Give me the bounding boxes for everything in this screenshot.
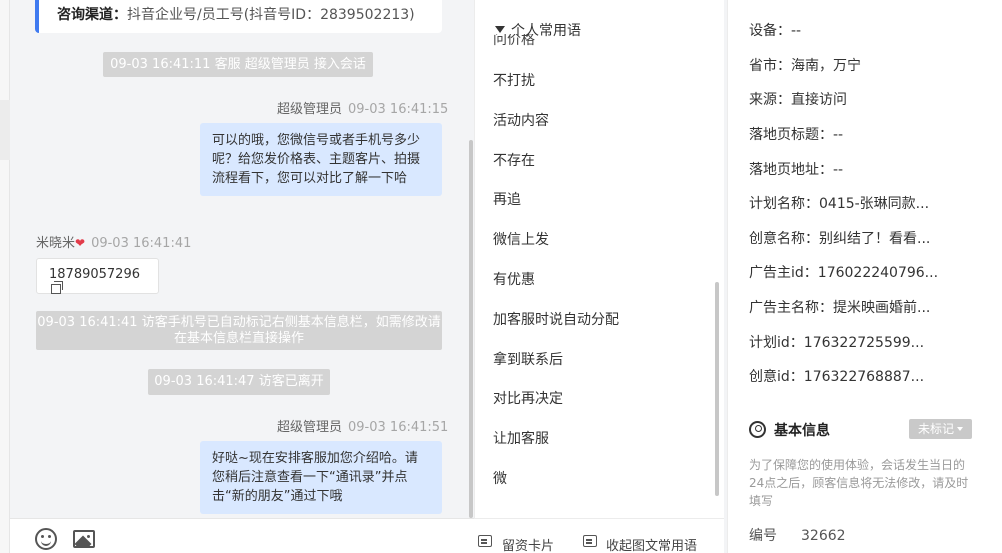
info-value: 别纠结了！看看... [819, 231, 931, 247]
info-row-landing-url: 落地页地址：-- [749, 159, 843, 179]
info-row-region: 省市：海南，万宁 [749, 55, 861, 75]
channel-label: 咨询渠道： [57, 7, 127, 23]
agent-message-bubble-1: 可以的哦，您微信号或者手机号多少呢？给您发价格表、主题客片、拍摄流程看下，您可以… [200, 123, 442, 196]
info-row-landing-title: 落地页标题：-- [749, 124, 843, 144]
info-row-source: 来源：直接访问 [749, 89, 847, 109]
edit-notice: 为了保障您的使用体验，会话发生当日的24点之后，顾客信息将无法修改，请及时填写 [749, 458, 969, 508]
info-label: 广告主id： [749, 265, 818, 281]
left-strip-highlight [0, 100, 10, 160]
message-time: 09-03 16:41:15 [348, 102, 449, 117]
info-value: 176322768887... [803, 369, 925, 385]
info-row-creative-id: 创意id：176322768887... [749, 366, 924, 386]
visitor-info-panel: 设备：-- 省市：海南，万宁 来源：直接访问 落地页标题：-- 落地页地址：--… [727, 0, 1002, 553]
left-strip [0, 0, 10, 553]
info-row-creative-name: 创意名称：别纠结了！看看... [749, 228, 930, 248]
image-icon[interactable] [73, 530, 95, 548]
info-value: 0415-张琳同款... [819, 196, 930, 212]
info-value: -- [833, 162, 844, 178]
triangle-down-icon [495, 26, 505, 33]
phrases-scrollbar[interactable] [715, 282, 719, 496]
tag-dropdown[interactable]: 未标记 [909, 419, 972, 439]
visitor-name: 米晓米 [36, 236, 76, 251]
copy-icon[interactable] [51, 281, 63, 294]
info-value: 海南，万宁 [791, 58, 861, 74]
visitor-sender: 米晓米❤ 09-03 16:41:41 [36, 232, 191, 251]
channel-card: 咨询渠道：抖音企业号/员工号(抖音号ID：2839502213) [35, 0, 442, 33]
phrase-item[interactable]: 活动内容 [493, 110, 549, 130]
message-time: 09-03 16:41:51 [348, 420, 449, 435]
chat-panel[interactable]: 咨询渠道：抖音企业号/员工号(抖音号ID：2839502213) 09-03 1… [10, 0, 474, 518]
info-row-plan-id: 计划id：176322725599... [749, 332, 924, 352]
agent-sender-2: 超级管理员 09-03 16:41:51 [277, 416, 448, 435]
phrase-item[interactable]: 再追 [493, 189, 521, 209]
info-value: 提米映画婚前... [833, 300, 931, 316]
visitor-phone: 18789057296 [49, 267, 140, 282]
info-label: 计划id： [749, 335, 804, 351]
info-value: 176322725599... [803, 335, 925, 351]
info-row-advertiser-name: 广告主名称：提米映画婚前... [749, 297, 930, 317]
info-label: 来源： [749, 92, 791, 108]
phrase-item[interactable]: 微 [493, 468, 507, 488]
tag-dropdown-label: 未标记 [917, 422, 954, 436]
info-label: 创意名称： [749, 231, 819, 247]
lead-card-button[interactable]: 留资卡片 [502, 535, 554, 553]
channel-value: 抖音企业号/员工号(抖音号ID：2839502213) [127, 7, 415, 23]
phrase-item[interactable]: 微信上发 [493, 229, 549, 249]
phrases-toolbar: 留资卡片 收起图文常用语 [474, 518, 724, 553]
phrase-item[interactable]: 让加客服 [493, 428, 549, 448]
info-value: -- [833, 127, 844, 143]
info-value: -- [791, 23, 802, 39]
basic-info-title-text: 基本信息 [774, 423, 830, 439]
agent-message-bubble-2: 好哒~现在安排客服加您介绍哈。请您稍后注意查看一下“通讯录”并点击“新的朋友”通… [200, 441, 442, 514]
phrases-panel: 问价格 个人常用语 不打扰 活动内容 不存在 再追 微信上发 有优惠 加客服时说… [474, 0, 724, 518]
collapse-phrases-button[interactable]: 收起图文常用语 [606, 535, 697, 553]
agent-sender-1: 超级管理员 09-03 16:41:15 [277, 98, 448, 117]
phrase-item[interactable]: 加客服时说自动分配 [493, 309, 619, 329]
chat-toolbar [10, 518, 474, 553]
visitor-id-row: 编号 32662 [749, 525, 846, 545]
collapse-icon [583, 535, 597, 547]
phrase-item[interactable]: 不存在 [493, 150, 535, 170]
phrase-item[interactable]: 有优惠 [493, 269, 535, 289]
system-message-left: 09-03 16:41:47 访客已离开 [148, 369, 330, 395]
agent-name: 超级管理员 [277, 102, 343, 117]
visitor-phone-bubble[interactable]: 18789057296 [36, 258, 159, 294]
system-message-phone-tagged: 09-03 16:41:41 访客手机号已自动标记右侧基本信息栏，如需修改请在基… [36, 311, 442, 350]
message-time: 09-03 16:41:41 [91, 236, 192, 251]
system-message-accept: 09-03 16:41:11 客服 超级管理员 接入会话 [103, 52, 373, 77]
info-row-device: 设备：-- [749, 20, 801, 40]
info-row-advertiser-id: 广告主id：176022240796... [749, 262, 938, 282]
info-label: 省市： [749, 58, 791, 74]
phrases-group-title: 个人常用语 [511, 23, 581, 39]
card-icon [478, 535, 492, 547]
info-value: 176022240796... [817, 265, 939, 281]
phrase-item[interactable]: 对比再决定 [493, 388, 563, 408]
agent-name: 超级管理员 [277, 420, 343, 435]
info-row-plan-name: 计划名称：0415-张琳同款... [749, 193, 929, 213]
chat-scrollbar[interactable] [469, 140, 473, 518]
phrase-item[interactable]: 不打扰 [493, 70, 535, 90]
phrase-item[interactable]: 拿到联系后 [493, 349, 563, 369]
info-label: 计划名称： [749, 196, 819, 212]
app-root: 咨询渠道：抖音企业号/员工号(抖音号ID：2839502213) 09-03 1… [0, 0, 1002, 553]
id-label: 编号 [749, 528, 777, 544]
id-value: 32662 [801, 528, 846, 544]
phrases-group-header[interactable]: 个人常用语 [495, 20, 581, 40]
emoji-icon[interactable] [35, 528, 57, 550]
caret-down-icon [957, 427, 963, 431]
info-label: 广告主名称： [749, 300, 833, 316]
info-label: 设备： [749, 23, 791, 39]
basic-info-title: 基本信息 [749, 420, 830, 440]
heart-icon: ❤ [75, 236, 86, 250]
user-circle-icon [749, 421, 766, 438]
info-value: 直接访问 [791, 92, 847, 108]
info-label: 落地页标题： [749, 127, 833, 143]
info-label: 落地页地址： [749, 162, 833, 178]
info-label: 创意id： [749, 369, 804, 385]
